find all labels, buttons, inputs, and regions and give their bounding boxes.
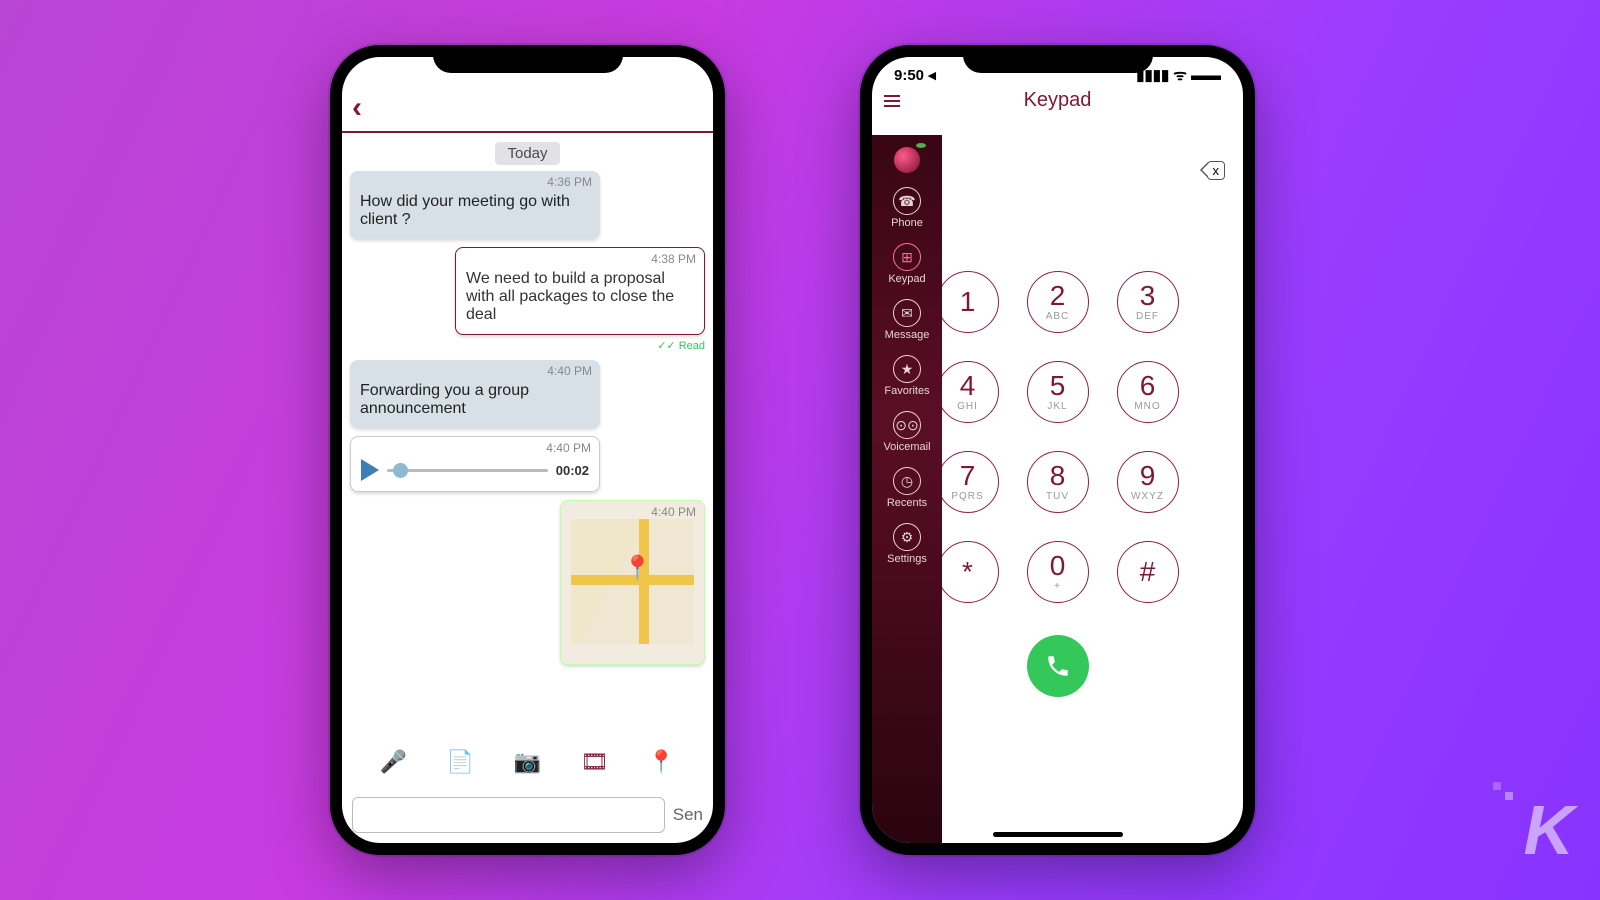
message-in[interactable]: 4:40 PM Forwarding you a group announcem… — [350, 360, 600, 428]
backspace-icon[interactable]: x — [1207, 161, 1226, 180]
home-indicator[interactable] — [993, 832, 1123, 837]
key-digit: 8 — [1050, 462, 1066, 490]
key-letters: MNO — [1134, 401, 1160, 412]
key-*[interactable]: * — [937, 541, 999, 603]
chat-body: Today 4:36 PM How did your meeting go wi… — [342, 133, 713, 679]
message-out[interactable]: 4:38 PM We need to build a proposal with… — [455, 247, 705, 335]
star-icon: ★ — [893, 355, 921, 383]
key-3[interactable]: 3DEF — [1117, 271, 1179, 333]
key-letters: JKL — [1047, 401, 1067, 412]
sidebar-item-voicemail[interactable]: ⊙⊙Voicemail — [883, 411, 930, 453]
map-pin-icon: 📍 — [623, 554, 653, 583]
key-5[interactable]: 5JKL — [1027, 361, 1089, 423]
chat-screen: ‹ Today 4:36 PM How did your meeting go … — [342, 57, 713, 843]
settings-icon: ⚙ — [893, 523, 921, 551]
phone-keypad: 9:50 ◂ ▮▮▮▮ ᯤ ▬▬ Keypad x ☎Phone ⊞Keypad… — [860, 45, 1255, 855]
key-digit: 3 — [1140, 282, 1156, 310]
key-digit: 6 — [1140, 372, 1156, 400]
key-9[interactable]: 9WXYZ — [1117, 451, 1179, 513]
notch — [963, 45, 1153, 73]
key-letters: TUV — [1046, 491, 1069, 502]
wifi-icon: ᯤ — [1173, 65, 1187, 85]
attachment-toolbar: 🎤 📄 📷 🎞 📍 — [342, 743, 713, 781]
read-receipt: ✓✓ Read — [350, 339, 705, 352]
play-icon[interactable] — [361, 459, 379, 481]
voice-message[interactable]: 4:40 PM 00:02 — [350, 436, 600, 492]
clock-icon: ◷ — [893, 467, 921, 495]
msg-text: We need to build a proposal with all pac… — [466, 270, 674, 323]
mic-icon[interactable]: 🎤 — [379, 747, 409, 777]
key-digit: 4 — [960, 372, 976, 400]
status-time: 9:50 ◂ — [894, 66, 936, 84]
back-icon[interactable]: ‹ — [352, 91, 362, 124]
status-icons: ▮▮▮▮ ᯤ ▬▬ — [1136, 65, 1221, 85]
message-in[interactable]: 4:36 PM How did your meeting go with cli… — [350, 171, 600, 239]
key-1[interactable]: 1 — [937, 271, 999, 333]
key-letters: WXYZ — [1131, 491, 1164, 502]
keypad-screen: 9:50 ◂ ▮▮▮▮ ᯤ ▬▬ Keypad x ☎Phone ⊞Keypad… — [872, 57, 1243, 843]
app-logo-icon[interactable] — [894, 147, 920, 173]
keypad-icon: ⊞ — [893, 243, 921, 271]
key-6[interactable]: 6MNO — [1117, 361, 1179, 423]
map-message[interactable]: 4:40 PM 📍 — [560, 500, 705, 665]
day-separator: Today — [350, 145, 705, 163]
sidebar-item-favorites[interactable]: ★Favorites — [884, 355, 929, 397]
notch — [433, 45, 623, 73]
audio-duration: 00:02 — [556, 463, 589, 478]
msg-timestamp: 4:40 PM — [546, 441, 591, 455]
sidebar-item-phone[interactable]: ☎Phone — [891, 187, 923, 229]
location-icon[interactable]: 📍 — [647, 747, 677, 777]
msg-timestamp: 4:38 PM — [651, 252, 696, 266]
message-icon: ✉ — [893, 299, 921, 327]
audio-thumb[interactable] — [393, 463, 408, 478]
key-#[interactable]: # — [1117, 541, 1179, 603]
key-digit: 7 — [960, 462, 976, 490]
map-thumbnail: 📍 — [571, 519, 694, 644]
call-button[interactable] — [1027, 635, 1089, 697]
file-icon[interactable]: 📄 — [446, 747, 476, 777]
sidebar-item-keypad[interactable]: ⊞Keypad — [888, 243, 925, 285]
camera-icon[interactable]: 📷 — [513, 747, 543, 777]
key-digit: 2 — [1050, 282, 1066, 310]
sidebar-item-message[interactable]: ✉Message — [885, 299, 930, 341]
key-2[interactable]: 2ABC — [1027, 271, 1089, 333]
page-title: Keypad — [872, 89, 1243, 112]
key-digit: 9 — [1140, 462, 1156, 490]
key-letters: GHI — [957, 401, 978, 412]
audio-track[interactable] — [387, 469, 548, 472]
msg-timestamp: 4:36 PM — [547, 175, 592, 189]
key-letters: DEF — [1136, 311, 1159, 322]
video-icon[interactable]: 🎞 — [580, 747, 610, 777]
battery-icon: ▬▬ — [1191, 67, 1221, 84]
msg-timestamp: 4:40 PM — [651, 505, 696, 519]
key-letters: PQRS — [951, 491, 983, 502]
key-digit: 0 — [1050, 552, 1066, 580]
msg-text: Forwarding you a group announcement — [360, 382, 529, 417]
key-digit: 1 — [960, 288, 976, 316]
key-7[interactable]: 7PQRS — [937, 451, 999, 513]
key-digit: # — [1140, 558, 1156, 586]
message-input[interactable] — [352, 797, 665, 833]
sidebar-item-recents[interactable]: ◷Recents — [887, 467, 927, 509]
key-0[interactable]: 0+ — [1027, 541, 1089, 603]
sidebar-item-settings[interactable]: ⚙Settings — [887, 523, 927, 565]
phone-chat: ‹ Today 4:36 PM How did your meeting go … — [330, 45, 725, 855]
key-digit: 5 — [1050, 372, 1066, 400]
send-button[interactable]: Sen — [673, 805, 703, 825]
key-8[interactable]: 8TUV — [1027, 451, 1089, 513]
phone-icon: ☎ — [893, 187, 921, 215]
watermark: K — [1523, 790, 1570, 870]
msg-text: How did your meeting go with client ? — [360, 193, 570, 228]
key-4[interactable]: 4GHI — [937, 361, 999, 423]
key-digit: * — [962, 558, 973, 586]
phone-icon — [1045, 653, 1071, 679]
sidebar: ☎Phone ⊞Keypad ✉Message ★Favorites ⊙⊙Voi… — [872, 135, 942, 843]
key-letters: + — [1054, 581, 1061, 592]
key-letters: ABC — [1046, 311, 1070, 322]
msg-timestamp: 4:40 PM — [547, 364, 592, 378]
voicemail-icon: ⊙⊙ — [893, 411, 921, 439]
compose-bar: Sen — [352, 797, 703, 833]
menu-icon[interactable] — [884, 95, 900, 107]
